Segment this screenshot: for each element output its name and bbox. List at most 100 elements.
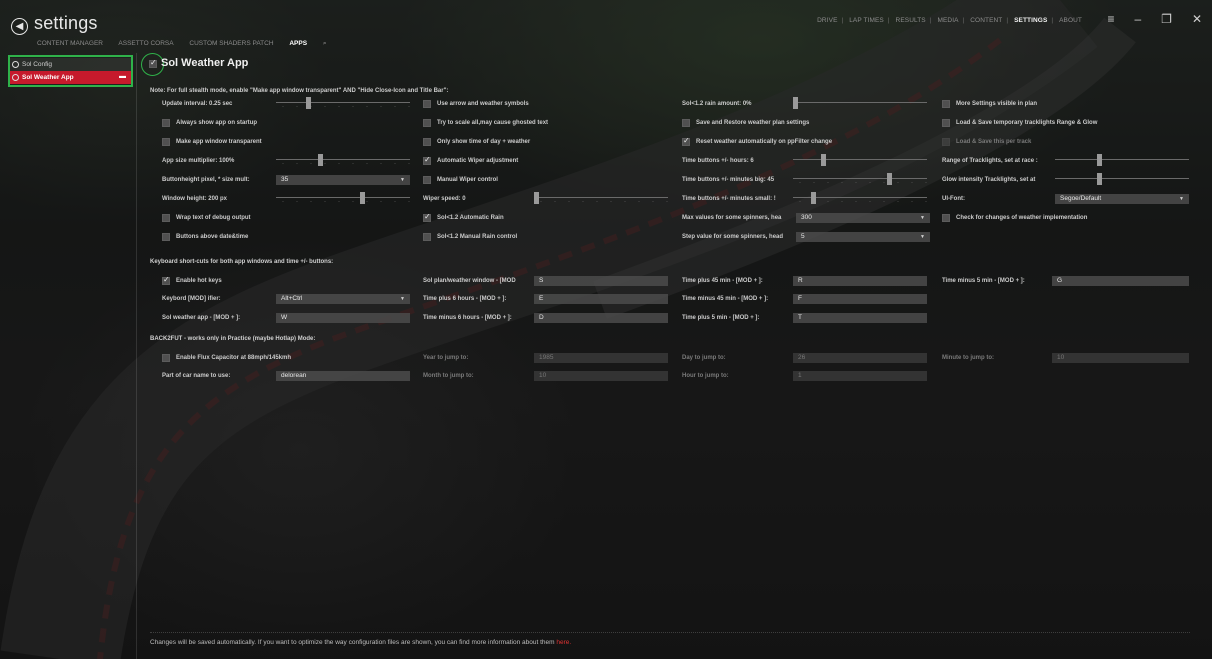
year-value: 1985 <box>539 354 554 361</box>
arrow-symbols-checkbox[interactable] <box>423 100 431 108</box>
minus6-hotkey-label: Time minus 6 hours - [MOD + ]: <box>423 315 512 321</box>
rain-amount-slider[interactable] <box>793 97 927 109</box>
range-tracklights-label: Range of Tracklights, set at race : <box>942 158 1038 164</box>
auto-rain-checkbox[interactable] <box>423 212 431 222</box>
tab-content-manager[interactable]: CONTENT MANAGER <box>37 40 103 47</box>
minute-input[interactable]: 10 <box>1052 353 1189 363</box>
minus5-hotkey-input[interactable]: G <box>1052 276 1189 286</box>
max-values-select[interactable]: 300 ▼ <box>796 213 930 223</box>
time-hours-slider[interactable] <box>793 154 927 166</box>
car-name-input[interactable]: delorean <box>276 371 410 381</box>
tab-assetto-corsa[interactable]: ASSETTO CORSA <box>118 40 173 47</box>
modifier-value: Alt+Ctrl <box>281 295 303 302</box>
flux-capacitor-checkbox[interactable] <box>162 354 170 362</box>
day-input[interactable]: 26 <box>793 353 927 363</box>
slider-thumb[interactable] <box>306 97 311 109</box>
nav-results[interactable]: RESULTS <box>896 17 926 24</box>
year-input[interactable]: 1985 <box>534 353 668 363</box>
plus6-hotkey-input[interactable]: E <box>534 294 668 304</box>
sidebar-item-sol-config[interactable]: Sol Config <box>10 58 131 71</box>
only-time-checkbox[interactable] <box>423 138 431 146</box>
slider-thumb[interactable] <box>811 192 816 204</box>
reset-weather-label: Reset weather automatically on ppFilter … <box>696 139 833 145</box>
load-save-tracklights-checkbox[interactable] <box>942 119 950 127</box>
sub-navigation: CONTENT MANAGER ASSETTO CORSA CUSTOM SHA… <box>37 40 341 48</box>
manual-rain-checkbox[interactable] <box>423 233 431 241</box>
save-restore-checkbox[interactable] <box>682 119 690 127</box>
enable-hotkeys-checkbox[interactable] <box>162 275 170 285</box>
slider-thumb[interactable] <box>360 192 365 204</box>
minus45-hotkey-input[interactable]: F <box>793 294 927 304</box>
sol-app-hotkey-label: Sol weather app - [MOD + ]: <box>162 315 241 321</box>
button-height-select[interactable]: 35 ▼ <box>276 175 410 185</box>
minus6-hotkey-input[interactable]: D <box>534 313 668 323</box>
tab-apps[interactable]: APPS <box>289 40 307 47</box>
slider-thumb[interactable] <box>793 97 798 109</box>
auto-wiper-checkbox[interactable] <box>423 155 431 165</box>
more-settings-checkbox[interactable] <box>942 100 950 108</box>
slider-thumb[interactable] <box>1097 154 1102 166</box>
ui-font-select[interactable]: Segoe/Default ▼ <box>1055 194 1189 204</box>
close-icon[interactable]: ✕ <box>1192 12 1202 26</box>
plus5-hotkey-input[interactable]: T <box>793 313 927 323</box>
track-background <box>0 0 1136 659</box>
slider-thumb[interactable] <box>1097 173 1102 185</box>
maximize-icon[interactable]: ❐ <box>1161 12 1172 26</box>
sol-app-hotkey-input[interactable]: W <box>276 313 410 323</box>
chevron-down-icon: ▼ <box>920 234 925 240</box>
manual-wiper-checkbox[interactable] <box>423 176 431 184</box>
transparent-checkbox[interactable] <box>162 138 170 146</box>
search-icon[interactable]: ⌕ <box>323 40 327 47</box>
wiper-speed-slider[interactable] <box>534 192 668 204</box>
slider-thumb[interactable] <box>318 154 323 166</box>
always-show-checkbox[interactable] <box>162 119 170 127</box>
nav-content[interactable]: CONTENT <box>970 17 1002 24</box>
size-mult-label: App size multiplier: 100% <box>162 158 235 164</box>
buttons-above-checkbox[interactable] <box>162 233 170 241</box>
plan-window-hotkey-value: S <box>539 277 544 284</box>
slider-thumb[interactable] <box>821 154 826 166</box>
plan-window-hotkey-input[interactable]: S <box>534 276 668 286</box>
enable-hotkeys-label: Enable hot keys <box>176 278 222 284</box>
scale-all-checkbox[interactable] <box>423 119 431 127</box>
auto-wiper-label: Automatic Wiper adjustment <box>437 158 519 164</box>
nav-settings[interactable]: SETTINGS <box>1014 17 1047 24</box>
nav-about[interactable]: ABOUT <box>1059 17 1082 24</box>
load-save-track-checkbox[interactable] <box>942 138 950 146</box>
reset-weather-checkbox[interactable] <box>682 136 690 146</box>
back-arrow-icon[interactable]: ◀ <box>11 18 28 35</box>
plan-window-hotkey-label: Sol plan/weather window - [MOD <box>423 278 516 284</box>
window-height-slider[interactable] <box>276 192 410 204</box>
range-tracklights-slider[interactable] <box>1055 154 1189 166</box>
check-changes-checkbox[interactable] <box>942 214 950 222</box>
delete-icon[interactable]: ▬ <box>119 73 126 80</box>
wrap-debug-checkbox[interactable] <box>162 214 170 222</box>
menu-icon[interactable]: ≡ <box>1107 12 1114 26</box>
nav-media[interactable]: MEDIA <box>937 17 958 24</box>
manual-wiper-label: Manual Wiper control <box>437 177 498 183</box>
month-input[interactable]: 10 <box>534 371 668 381</box>
title-bar: ◀ settings DRIVE | LAP TIMES | RESULTS | ME… <box>0 0 1212 36</box>
time-big-slider[interactable] <box>793 173 927 185</box>
slider-thumb[interactable] <box>887 173 892 185</box>
hour-input[interactable]: 1 <box>793 371 927 381</box>
sidebar-item-sol-weather-app[interactable]: Sol Weather App ▬ <box>10 71 131 84</box>
size-mult-slider[interactable] <box>276 154 410 166</box>
nav-drive[interactable]: DRIVE <box>817 17 837 24</box>
hour-value: 1 <box>798 372 802 379</box>
plus45-hotkey-input[interactable]: R <box>793 276 927 286</box>
minimize-icon[interactable]: – <box>1134 12 1141 26</box>
glow-intensity-slider[interactable] <box>1055 173 1189 185</box>
tab-custom-shaders-patch[interactable]: CUSTOM SHADERS PATCH <box>189 40 273 47</box>
modifier-select[interactable]: Alt+Ctrl ▼ <box>276 294 410 304</box>
app-enabled-checkbox[interactable] <box>149 58 157 68</box>
sol-app-hotkey-value: W <box>281 314 288 321</box>
max-values-value: 300 <box>801 214 812 221</box>
nav-lap-times[interactable]: LAP TIMES <box>849 17 884 24</box>
footer-link[interactable]: here. <box>556 639 571 646</box>
slider-thumb[interactable] <box>534 192 539 204</box>
time-small-slider[interactable] <box>793 192 927 204</box>
step-value-select[interactable]: 5 ▼ <box>796 232 930 242</box>
update-interval-slider[interactable] <box>276 97 410 109</box>
minute-value: 10 <box>1057 354 1065 361</box>
